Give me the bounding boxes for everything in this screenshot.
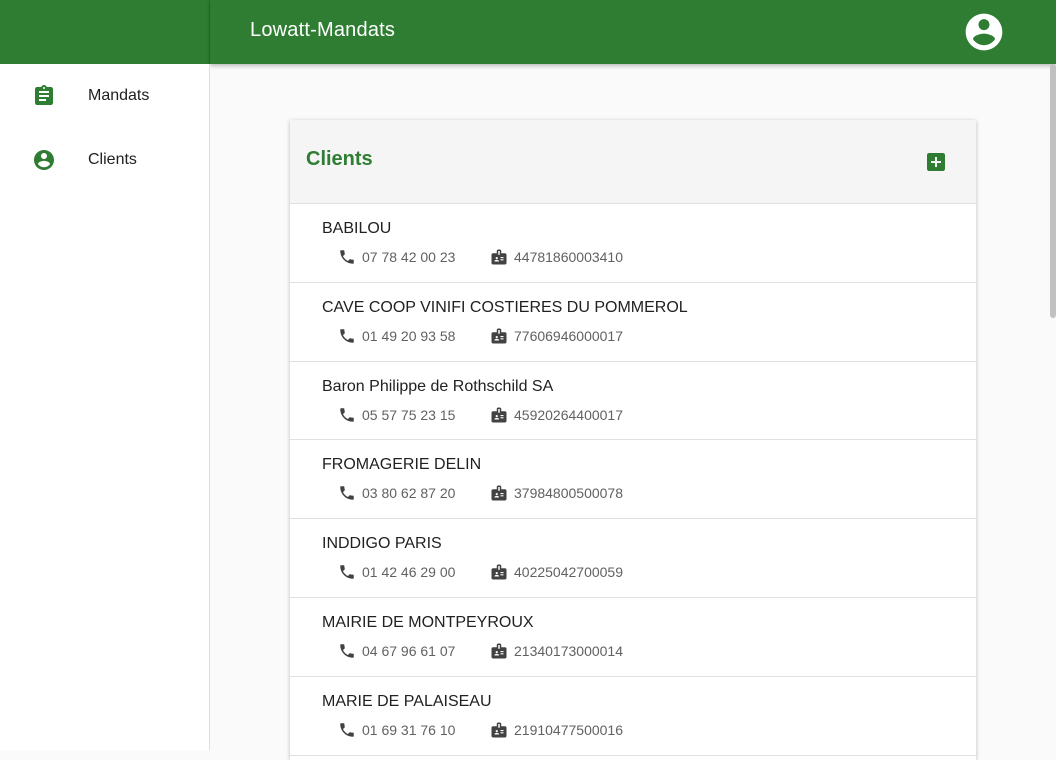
client-phone: 04 67 96 61 07 — [362, 642, 456, 659]
phone-icon — [340, 329, 354, 343]
badge-icon — [491, 722, 507, 738]
phone-icon — [340, 486, 354, 501]
client-name: BABILOU — [322, 220, 392, 237]
top-bar: Lowatt-Mandats — [0, 0, 1056, 64]
badge-icon — [491, 407, 507, 423]
client-row[interactable]: INDDIGO PARIS 01 42 46 29 00 40225042700… — [290, 519, 976, 598]
account-circle-icon — [34, 150, 54, 170]
client-siret: 40225042700059 — [514, 564, 624, 581]
app-title: Lowatt-Mandats — [250, 19, 396, 41]
client-phone: 03 80 62 87 20 — [362, 485, 456, 502]
client-row[interactable]: Baron Philippe de Rothschild SA 05 57 75… — [290, 362, 976, 441]
client-name: Baron Philippe de Rothschild SA — [322, 377, 554, 395]
client-siret: 45920264400017 — [514, 406, 624, 423]
phone-icon — [340, 723, 354, 737]
client-row[interactable]: BABILOU 07 78 42 00 23 44781860003410 — [290, 204, 976, 283]
client-row[interactable]: FROMAGERIE DELIN 03 80 62 87 20 37984800… — [290, 440, 976, 520]
client-siret: 77606946000017 — [514, 327, 624, 344]
phone-icon — [340, 565, 354, 579]
card-title: Clients — [306, 148, 373, 170]
client-name: CAVE COOP VINIFI COSTIERES DU POMMEROL — [322, 298, 688, 316]
client-meta: 03 80 62 87 20 37984800500078 — [338, 484, 623, 502]
client-name: MARIE DE PALAISEAU — [322, 692, 492, 710]
client-phone: 01 69 31 76 10 — [362, 721, 456, 738]
phone-icon — [340, 407, 354, 422]
client-phone: 01 42 46 29 00 — [362, 564, 456, 581]
client-meta: 01 42 46 29 00 40225042700059 — [338, 563, 623, 581]
client-row[interactable]: CAVE COOP VINIFI COSTIERES DU POMMEROL 0… — [290, 283, 976, 362]
card-header: Clients — [290, 120, 976, 204]
client-row[interactable]: MAIRIE DE MONTPEYROUX 04 67 96 61 07 213… — [290, 598, 976, 677]
client-phone: 05 57 75 23 15 — [362, 406, 456, 423]
scrollbar[interactable] — [1050, 64, 1056, 318]
client-name: MAIRIE DE MONTPEYROUX — [322, 613, 534, 631]
sidebar-item-mandats[interactable]: Mandats — [0, 64, 209, 128]
client-meta: 05 57 75 23 15 45920264400017 — [338, 406, 623, 424]
client-meta: 01 69 31 76 10 21910477500016 — [338, 721, 623, 739]
add-box-icon — [927, 153, 945, 171]
account-circle-icon — [965, 13, 1003, 51]
badge-icon — [491, 643, 507, 659]
badge-icon — [491, 249, 507, 265]
sidebar-item-label: Clients — [88, 151, 137, 168]
client-siret: 37984800500078 — [514, 485, 624, 502]
badge-icon — [491, 564, 507, 580]
client-list: BABILOU 07 78 42 00 23 44781860003410 CA… — [290, 204, 976, 756]
client-name: FROMAGERIE DELIN — [322, 456, 482, 474]
sidebar-header — [0, 0, 210, 64]
client-siret: 21910477500016 — [514, 721, 624, 738]
assignment-icon — [35, 85, 53, 105]
client-phone: 01 49 20 93 58 — [362, 327, 456, 344]
clients-card: Clients BABILOU 07 78 42 00 23 447818600… — [290, 120, 976, 760]
client-siret: 44781860003410 — [514, 249, 624, 265]
sidebar: Mandats Clients — [0, 64, 210, 750]
sidebar-item-label: Mandats — [88, 87, 150, 104]
client-meta: 07 78 42 00 23 44781860003410 — [338, 248, 623, 266]
account-button[interactable] — [962, 10, 1006, 54]
client-meta: 04 67 96 61 07 21340173000014 — [338, 642, 623, 660]
client-siret: 21340173000014 — [514, 642, 624, 659]
client-meta: 01 49 20 93 58 77606946000017 — [338, 327, 623, 345]
client-name: INDDIGO PARIS — [322, 535, 442, 553]
add-client-button[interactable] — [924, 150, 948, 174]
client-row[interactable]: MARIE DE PALAISEAU 01 69 31 76 10 219104… — [290, 677, 976, 756]
badge-icon — [491, 485, 507, 501]
sidebar-item-clients[interactable]: Clients — [0, 128, 209, 192]
phone-icon — [340, 644, 354, 658]
main-content: Clients BABILOU 07 78 42 00 23 447818600… — [210, 64, 1056, 760]
phone-icon — [340, 250, 354, 264]
app-bar: Lowatt-Mandats — [210, 0, 1056, 64]
badge-icon — [491, 328, 507, 344]
client-phone: 07 78 42 00 23 — [362, 249, 456, 265]
